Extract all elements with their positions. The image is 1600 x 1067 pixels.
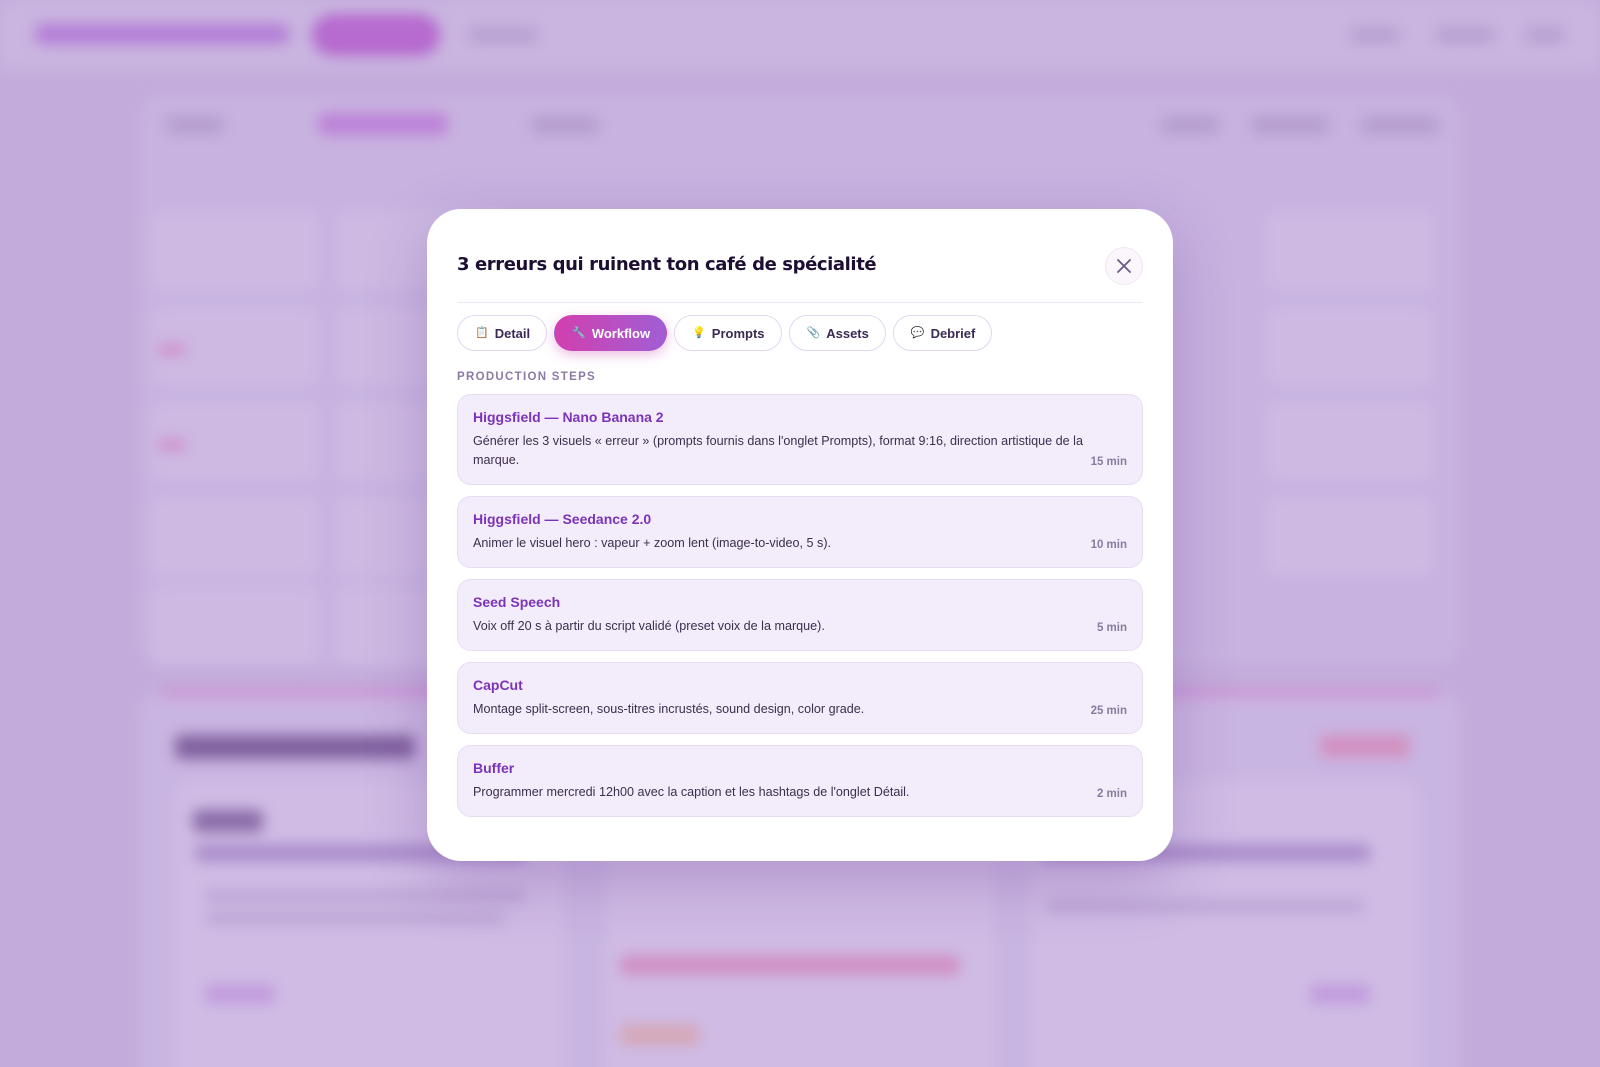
tab-debrief[interactable]: 💬 Debrief [892, 315, 993, 351]
modal-tabs: 📋 Detail 🔧 Workflow 💡 Prompts 📎 Assets 💬… [457, 315, 993, 351]
step-description: Montage split-screen, sous-titres incrus… [473, 702, 865, 716]
step-card: Buffer Programmer mercredi 12h00 avec la… [457, 745, 1143, 817]
paperclip-icon: 📎 [806, 326, 821, 339]
step-duration: 15 min [1090, 456, 1127, 468]
wrench-icon: 🔧 [572, 326, 586, 339]
speech-bubble-icon: 💬 [910, 326, 925, 339]
tab-label: Workflow [591, 325, 651, 341]
step-tool: Higgsfield — Seedance 2.0 [473, 511, 652, 527]
tab-label: Detail [494, 325, 531, 341]
tab-assets[interactable]: 📎 Assets [788, 315, 886, 351]
step-description: Animer le visuel hero : vapeur + zoom le… [473, 536, 832, 550]
step-tool: CapCut [473, 677, 523, 693]
step-card: CapCut Montage split-screen, sous-titres… [457, 662, 1143, 734]
step-description: Voix off 20 s à partir du script validé … [473, 619, 825, 633]
tab-label: Debrief [930, 325, 976, 341]
step-duration: 10 min [1090, 539, 1127, 551]
step-card: Higgsfield — Seedance 2.0 Animer le visu… [457, 496, 1143, 568]
tab-detail[interactable]: 📋 Detail [457, 315, 548, 351]
tab-workflow[interactable]: 🔧 Workflow [554, 315, 668, 351]
step-duration: 5 min [1096, 622, 1127, 634]
modal-header: 3 erreurs qui ruinent ton café de spécia… [457, 239, 1143, 303]
step-tool: Buffer [473, 760, 515, 776]
step-tool: Seed Speech [473, 594, 561, 610]
bulb-icon: 💡 [692, 326, 706, 339]
step-card: Seed Speech Voix off 20 s à partir du sc… [457, 579, 1143, 651]
workflow-modal: 3 erreurs qui ruinent ton café de spécia… [427, 209, 1173, 861]
step-duration: 25 min [1090, 705, 1127, 717]
clipboard-icon: 📋 [475, 326, 489, 339]
modal-title: 3 erreurs qui ruinent ton café de spécia… [457, 254, 877, 275]
tab-label: Assets [826, 325, 869, 341]
step-card: Higgsfield — Nano Banana 2 Générer les 3… [457, 394, 1143, 485]
tab-prompts[interactable]: 💡 Prompts [674, 315, 782, 351]
step-description: Générer les 3 visuels « erreur » (prompt… [473, 434, 1083, 467]
tab-label: Prompts [711, 325, 765, 341]
section-label: PRODUCTION STEPS [457, 371, 597, 383]
step-description: Programmer mercredi 12h00 avec la captio… [473, 785, 910, 799]
step-tool: Higgsfield — Nano Banana 2 [473, 409, 664, 425]
close-icon [1117, 259, 1131, 273]
production-steps-list: Higgsfield — Nano Banana 2 Générer les 3… [457, 394, 1143, 828]
close-button[interactable] [1105, 247, 1143, 285]
step-duration: 2 min [1096, 788, 1127, 800]
